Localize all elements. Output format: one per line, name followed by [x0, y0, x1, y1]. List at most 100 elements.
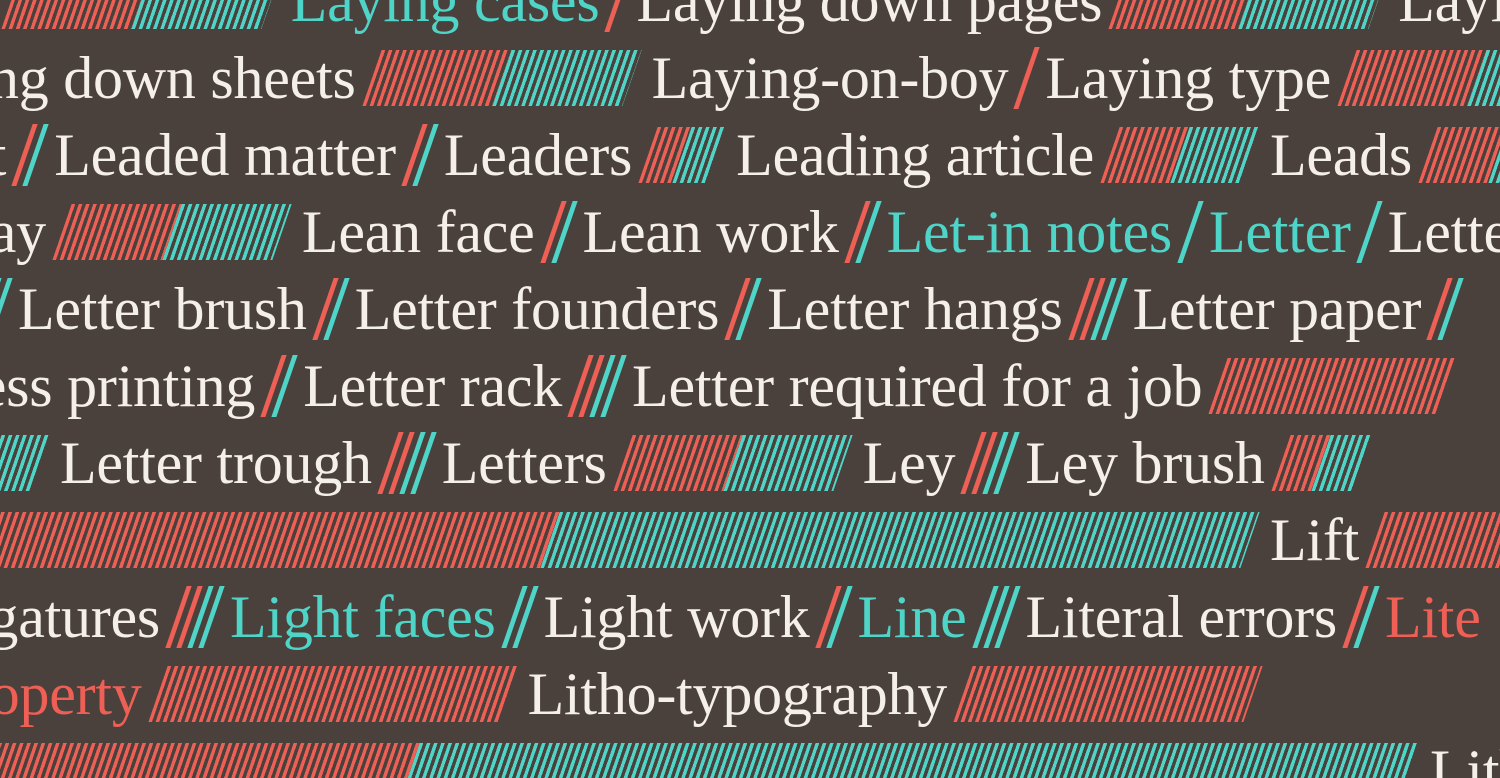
slash-separator-icon — [500, 585, 539, 648]
striped-separator-block — [0, 434, 50, 491]
red-stripe-band — [0, 511, 560, 568]
red-stripe-band — [361, 49, 512, 106]
glossary-term: Leads — [1269, 121, 1413, 188]
glossary-term: ray — [0, 198, 46, 265]
glossary-term: Line — [857, 583, 967, 650]
glossary-term: Lite — [1384, 583, 1481, 650]
slash-separator-icon — [1426, 277, 1464, 340]
glossary-term: Ley — [862, 429, 956, 496]
glossary-row: Letter trough Letters Ley Ley brush — [0, 424, 1500, 501]
teal-slash-icon — [0, 277, 13, 340]
red-stripe-band — [1108, 0, 1258, 29]
glossary-term: igatures — [0, 583, 161, 650]
slash-separator-icon — [0, 277, 13, 340]
glossary-term: Laying down sheets — [1398, 0, 1500, 34]
red-stripe-band — [1, 0, 151, 29]
glossary-term: Letters — [441, 429, 607, 496]
striped-separator-block — [638, 126, 726, 183]
glossary-term: Leaders — [443, 121, 633, 188]
glossary-term: Letter — [1209, 198, 1351, 265]
slash-separator-icon — [960, 431, 1020, 494]
glossary-term: ress printing — [0, 352, 256, 419]
glossary-term: Light work — [543, 583, 810, 650]
glossary-term: Laying down sheets — [0, 44, 356, 111]
slash-separator-icon — [260, 354, 298, 417]
glossary-term: Letter required for a job — [632, 352, 1203, 419]
glossary-term: Litho-typography — [527, 660, 948, 727]
red-stripe-band — [1208, 357, 1459, 414]
glossary-row: Laying down sheets Laying-on-boy Laying ty… — [0, 39, 1500, 116]
striped-separator-block — [1365, 511, 1500, 568]
glossary-term: Laying type — [1045, 44, 1332, 111]
striped-separator-block — [0, 511, 1260, 568]
glossary-term: Letter — [1387, 198, 1500, 265]
glossary-term: Laying cases — [290, 0, 600, 34]
striped-separator-block — [1100, 126, 1260, 183]
slash-separator-icon — [724, 277, 762, 340]
striped-separator-block — [147, 665, 518, 722]
glossary-term: roperty — [0, 660, 142, 727]
glossary-row: Lift — [0, 501, 1500, 578]
red-stripe-band — [0, 742, 420, 778]
red-stripe-band — [147, 665, 518, 722]
teal-stripe-band — [491, 49, 642, 106]
red-slash-icon — [1013, 46, 1041, 109]
slash-separator-icon — [539, 200, 578, 263]
red-stripe-band — [52, 203, 182, 260]
glossary-term: Letter rack — [303, 352, 563, 419]
slash-separator-icon — [401, 123, 439, 186]
teal-stripe-band — [131, 0, 281, 29]
glossary-term: Light faces — [230, 583, 496, 650]
glossary-term: Leaded matter — [54, 121, 396, 188]
slash-separator-icon — [377, 431, 437, 494]
striped-separator-block — [1208, 357, 1459, 414]
red-stripe-band — [1337, 49, 1487, 106]
glossary-term: Lean face — [301, 198, 535, 265]
glossary-row: Lithos — [0, 732, 1500, 778]
teal-stripe-band — [400, 742, 1420, 778]
teal-stripe-band — [1238, 0, 1388, 29]
striped-separator-block — [361, 49, 642, 106]
red-stripe-band — [1365, 511, 1500, 568]
glossary-term: Literal errors — [1025, 583, 1338, 650]
teal-slash-icon — [1356, 200, 1383, 263]
glossary-term: Laying-on-boy — [651, 44, 1009, 111]
slash-separator-icon — [814, 585, 853, 648]
glossary-term: Letter founders — [354, 275, 720, 342]
glossary-term: Letter hangs — [767, 275, 1063, 342]
red-stripe-band — [953, 665, 1263, 722]
teal-stripe-band — [162, 203, 292, 260]
slash-separator-icon — [567, 354, 627, 417]
striped-separator-block — [1271, 434, 1371, 491]
slash-separator-icon — [1013, 46, 1041, 109]
glossary-row: igatures Light faces Light work Line Literal… — [0, 578, 1500, 655]
teal-slash-icon — [1177, 200, 1204, 263]
teal-stripe-band — [540, 511, 1260, 568]
glossary-term: Lift — [1270, 506, 1360, 573]
glossary-row: Letter brush Letter founders Letter hangs L… — [0, 270, 1500, 347]
slash-separator-icon — [604, 0, 632, 32]
glossary-term: ut — [0, 125, 6, 185]
glossary-term: Ley brush — [1025, 429, 1265, 496]
slash-separator-icon — [165, 585, 225, 648]
red-slash-icon — [604, 0, 632, 32]
glossary-row: ress printing Letter rack Letter required … — [0, 347, 1500, 424]
glossary-term: Let-in notes — [886, 198, 1173, 265]
glossary-term: Letter brush — [18, 275, 307, 342]
glossary-row: ut Leaded matter Leaders Leading article Lea… — [0, 116, 1500, 193]
slash-separator-icon — [843, 200, 882, 263]
teal-stripe-band — [723, 434, 853, 491]
red-stripe-band — [613, 434, 743, 491]
slash-separator-icon — [1067, 277, 1128, 340]
striped-separator-block — [1337, 49, 1500, 106]
glossary-term: Lean work — [582, 198, 839, 265]
striped-separator-block — [1418, 126, 1500, 183]
glossary-row: ray Lean face Lean work Let-in notes Letter L… — [0, 193, 1500, 270]
striped-separator-block — [613, 434, 853, 491]
slash-separator-icon — [312, 277, 350, 340]
glossary-term: Lithos — [1430, 737, 1500, 778]
glossary-row: roperty Litho-typography — [0, 655, 1500, 732]
striped-separator-block — [1108, 0, 1388, 29]
red-stripe-band — [1418, 126, 1500, 183]
glossary-term: Letter paper — [1132, 275, 1422, 342]
